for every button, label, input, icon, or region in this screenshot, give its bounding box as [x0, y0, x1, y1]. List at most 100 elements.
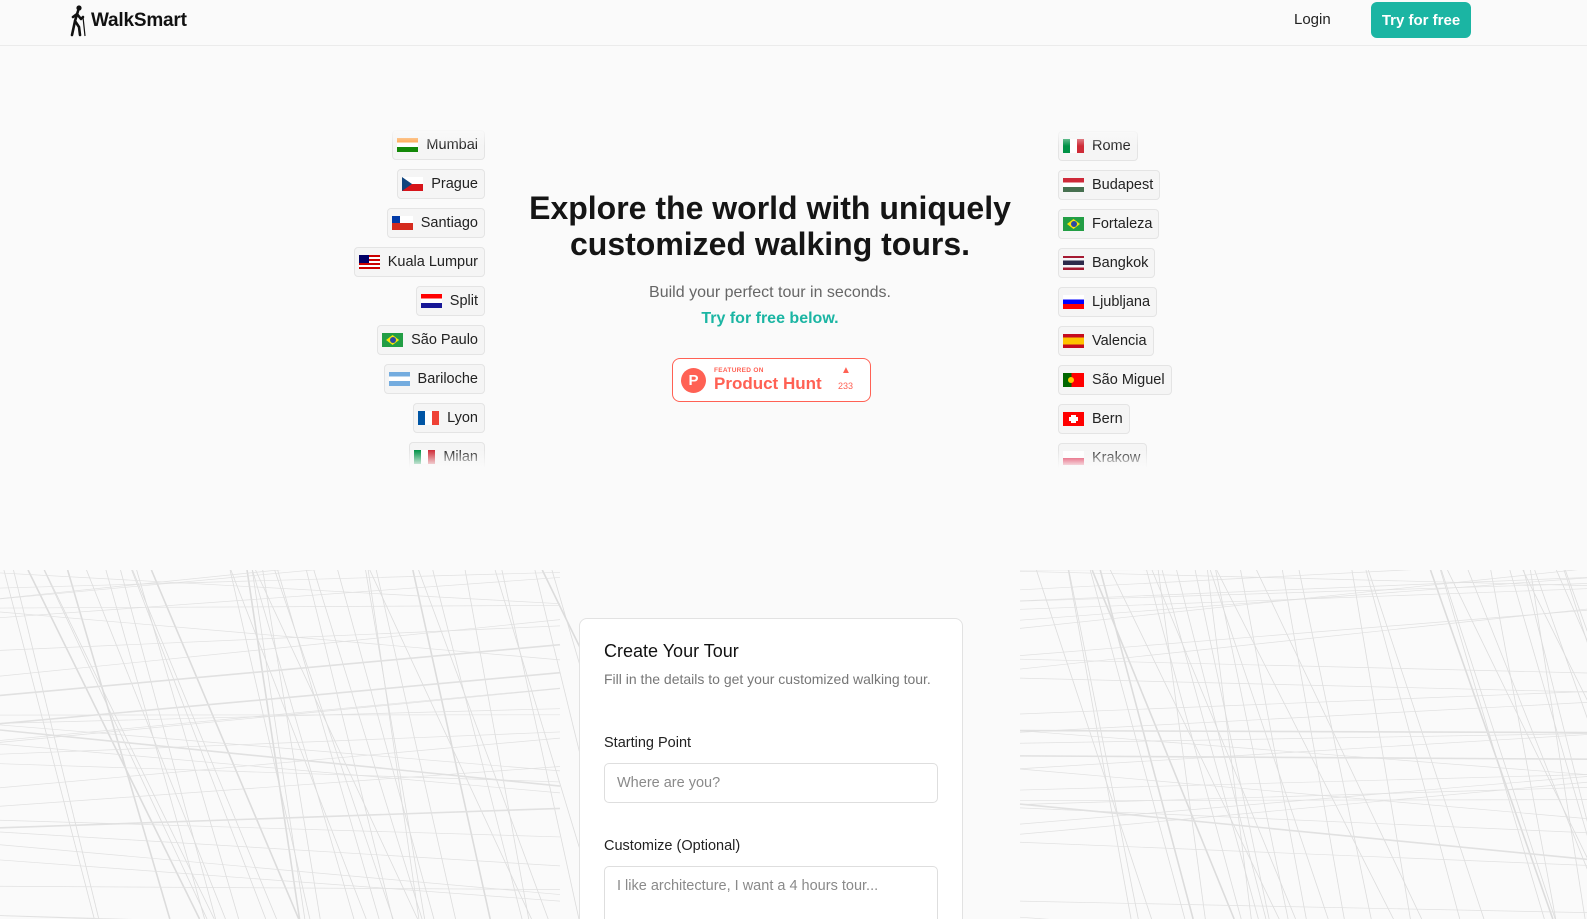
- brazil-flag-icon: [382, 333, 404, 347]
- map-street: [1151, 570, 1296, 919]
- city-name: Split: [449, 293, 478, 309]
- map-street: [1216, 570, 1394, 919]
- product-hunt-featured-label: FEATURED ON: [714, 367, 764, 374]
- city-chip[interactable]: São Miguel: [1058, 365, 1172, 395]
- city-chip[interactable]: Split: [415, 286, 485, 316]
- city-name: Budapest: [1092, 177, 1154, 193]
- city-chip[interactable]: Kuala Lumpur: [353, 247, 485, 277]
- czech-flag-icon: [402, 177, 424, 191]
- city-chip[interactable]: Bangkok: [1058, 248, 1156, 278]
- login-link[interactable]: Login: [1294, 11, 1331, 28]
- map-street: [1530, 570, 1586, 919]
- city-chip[interactable]: Krakow: [1058, 443, 1148, 468]
- map-street: [1564, 570, 1587, 632]
- map-street: [1019, 691, 1587, 715]
- city-chip[interactable]: Fortaleza: [1058, 209, 1160, 239]
- map-street: [1019, 803, 1587, 861]
- starting-point-label: Starting Point: [604, 735, 692, 751]
- map-street: [277, 570, 380, 919]
- city-chip[interactable]: Rome: [1058, 131, 1138, 161]
- france-flag-icon: [418, 411, 440, 425]
- italy-flag-icon: [414, 450, 436, 464]
- hero-headline: Explore the world with uniquely customiz…: [529, 190, 1011, 262]
- city-name: Prague: [431, 176, 478, 192]
- brand-logo[interactable]: WalkSmart: [68, 4, 187, 37]
- map-street: [305, 570, 393, 919]
- map-street: [251, 570, 306, 919]
- map-street: [1490, 570, 1557, 919]
- argentina-flag-icon: [388, 372, 410, 386]
- map-street: [1019, 702, 1587, 733]
- map-street: [1215, 570, 1289, 919]
- city-chip[interactable]: Bern: [1058, 404, 1130, 434]
- spain-flag-icon: [1063, 334, 1084, 348]
- map-street: [0, 763, 561, 783]
- map-street: [0, 643, 561, 697]
- map-street: [0, 737, 561, 789]
- hero-section: Explore the world with uniquely customiz…: [520, 190, 1020, 328]
- city-chip[interactable]: Bariloche: [383, 364, 485, 394]
- map-street: [0, 807, 561, 829]
- map-street: [1019, 781, 1587, 835]
- city-chip[interactable]: Valencia: [1058, 326, 1154, 356]
- city-name: Bariloche: [417, 371, 478, 387]
- map-street: [1467, 570, 1587, 870]
- try-for-free-button[interactable]: Try for free: [1371, 2, 1471, 38]
- product-hunt-votes: 233: [838, 381, 854, 391]
- india-flag-icon: [397, 138, 419, 152]
- product-hunt-name: Product Hunt: [714, 374, 822, 393]
- upvote-triangle-icon: ▲: [841, 365, 851, 376]
- map-street: [1161, 570, 1259, 919]
- map-street: [418, 570, 549, 919]
- portugal-flag-icon: [1063, 373, 1084, 387]
- hero-subtitle: Build your perfect tour in seconds.: [649, 284, 891, 301]
- city-chip[interactable]: Santiago: [386, 208, 485, 238]
- city-list-left: Milan Lyon Bariloche São Paulo Split Kuala Lu…: [190, 128, 485, 468]
- thailand-flag-icon: [1063, 256, 1084, 270]
- city-chip[interactable]: Ljubljana: [1058, 287, 1158, 317]
- city-chip[interactable]: Lyon: [413, 403, 485, 433]
- city-chip[interactable]: Mumbai: [392, 130, 485, 160]
- map-street: [0, 885, 561, 890]
- city-chip[interactable]: Milan: [409, 442, 485, 468]
- city-chip[interactable]: Budapest: [1058, 170, 1161, 200]
- map-street: [464, 570, 530, 919]
- map-street: [0, 577, 561, 619]
- brazil-flag-icon: [1063, 217, 1084, 231]
- map-street: [1429, 570, 1554, 919]
- city-name: São Paulo: [411, 332, 478, 348]
- italy-flag-icon: [1063, 139, 1084, 153]
- customize-textarea[interactable]: [604, 866, 938, 919]
- croatia-flag-icon: [420, 294, 442, 308]
- map-street: [313, 570, 423, 919]
- city-chip[interactable]: São Paulo: [377, 325, 485, 355]
- city-name: Bern: [1092, 411, 1123, 427]
- starting-point-input[interactable]: [604, 763, 938, 803]
- map-street: [13, 570, 100, 919]
- map-street: [1176, 570, 1267, 919]
- hero-cta-link[interactable]: Try for free below.: [520, 310, 1020, 328]
- brand-name: WalkSmart: [91, 9, 187, 31]
- city-name: Ljubljana: [1092, 294, 1151, 310]
- city-name: Bangkok: [1092, 255, 1149, 271]
- map-street: [0, 819, 561, 838]
- city-chip[interactable]: Prague: [397, 169, 485, 199]
- map-street: [337, 570, 435, 919]
- map-street: [1447, 570, 1587, 859]
- slovenia-flag-icon: [1063, 295, 1084, 309]
- map-street: [1036, 570, 1152, 919]
- product-hunt-badge[interactable]: P FEATURED ON Product Hunt ▲ 233: [672, 358, 871, 402]
- city-name: Kuala Lumpur: [387, 254, 478, 270]
- city-name: Valencia: [1092, 333, 1147, 349]
- top-navbar: WalkSmart Login Try for free: [0, 0, 1587, 46]
- map-street: [0, 605, 561, 609]
- city-name: Milan: [443, 449, 478, 465]
- map-street: [1019, 729, 1587, 734]
- map-street: [1019, 570, 1587, 586]
- city-name: Krakow: [1092, 450, 1141, 466]
- map-street: [44, 570, 215, 919]
- card-title: Create Your Tour: [604, 641, 739, 661]
- map-street: [0, 611, 561, 661]
- map-street: [0, 731, 561, 755]
- map-street: [0, 724, 561, 772]
